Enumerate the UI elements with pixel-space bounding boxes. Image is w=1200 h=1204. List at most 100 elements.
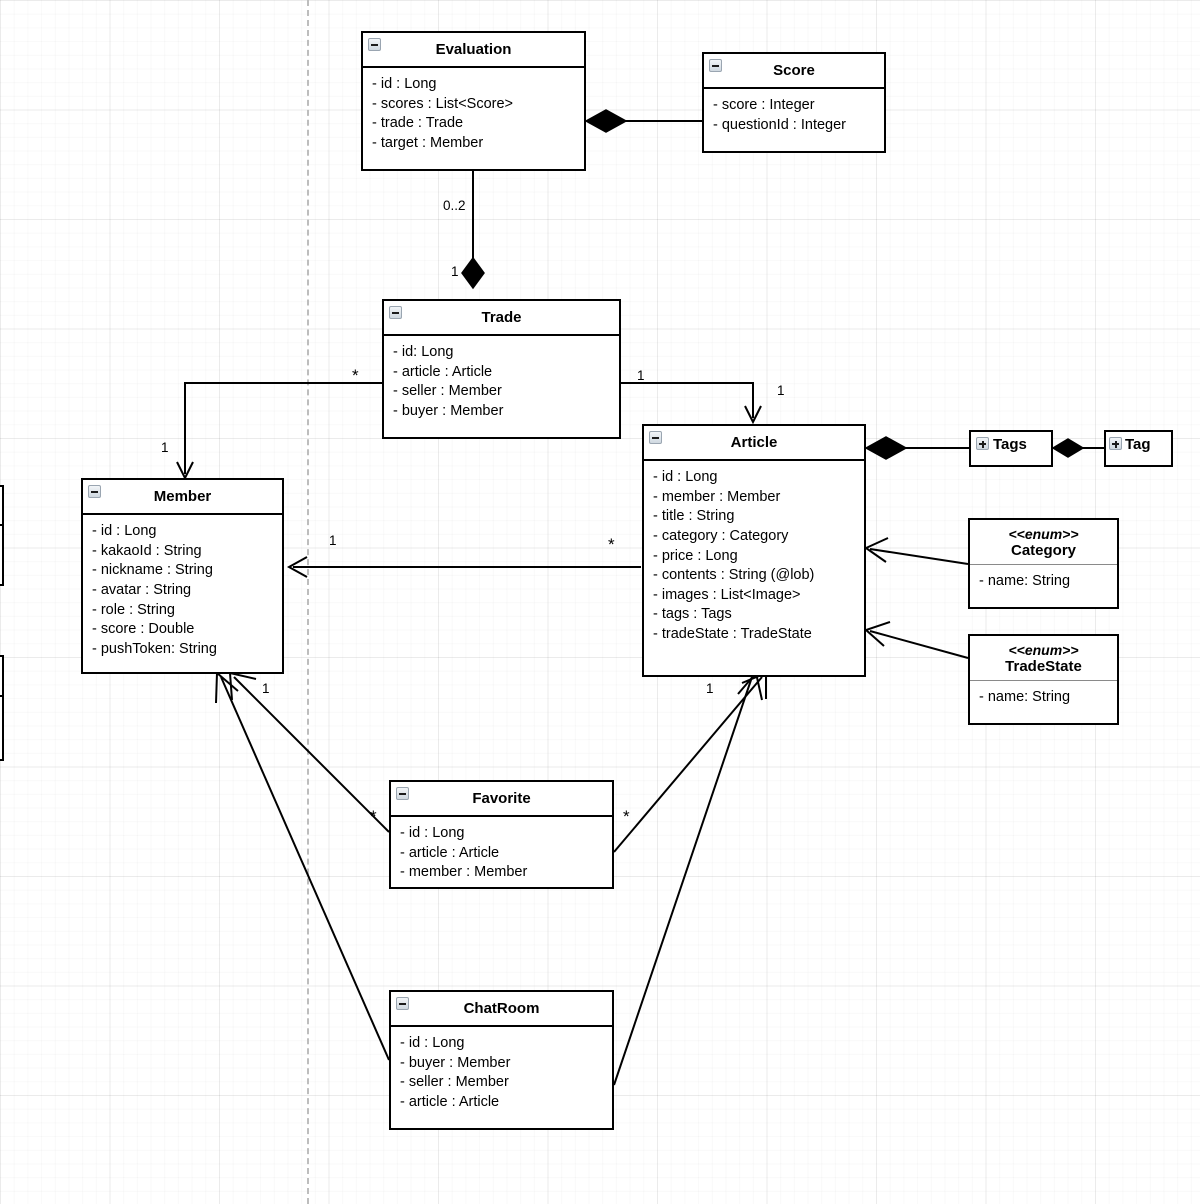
multiplicity-trade-member-source: *: [352, 366, 359, 385]
edge-chatroom-article: [613, 670, 763, 1086]
attribute-row: - role : String: [92, 601, 175, 618]
class-attributes-article: - id : Long - member : Member - title : …: [644, 461, 864, 652]
attribute-row: - kakaoId : String: [92, 542, 202, 559]
offscreen-divider: [0, 524, 2, 526]
multiplicity-article-to-member: *: [608, 535, 615, 554]
edge-trade-member: [176, 382, 382, 481]
class-name-trade: Trade: [481, 309, 522, 326]
collapse-minus-icon[interactable]: [389, 306, 402, 319]
attribute-row: - id : Long: [372, 76, 437, 93]
attribute-row: - member : Member: [653, 488, 781, 505]
class-attributes-chatroom: - id : Long - buyer : Member - seller : …: [391, 1027, 612, 1120]
class-attributes-evaluation: - id : Long - scores : List<Score> - tra…: [363, 68, 584, 161]
multiplicity-trade-article-source: 1: [637, 368, 645, 383]
attribute-row: - article : Article: [393, 363, 493, 380]
collapse-minus-icon[interactable]: [368, 38, 381, 51]
attribute-row: - seller : Member: [400, 1074, 509, 1091]
class-box-category[interactable]: <<enum>> Category - name: String: [968, 518, 1119, 609]
edge-article-tags: [864, 436, 969, 460]
collapse-minus-icon[interactable]: [396, 787, 409, 800]
attribute-row: - id: Long: [393, 344, 454, 361]
collapse-minus-icon[interactable]: [396, 997, 409, 1010]
attribute-row: - id : Long: [400, 1035, 465, 1052]
class-name-tags: Tags: [993, 436, 1027, 453]
attribute-row: - score : Integer: [713, 97, 815, 114]
collapse-minus-icon[interactable]: [709, 59, 722, 72]
class-box-tradestate[interactable]: <<enum>> TradeState - name: String: [968, 634, 1119, 725]
class-attributes-trade: - id: Long - article : Article - seller …: [384, 336, 619, 429]
attribute-row: - category : Category: [653, 528, 789, 545]
class-header-chatroom: ChatRoom: [391, 992, 612, 1028]
class-header-score: Score: [704, 54, 884, 90]
class-box-member[interactable]: Member - id : Long - kakaoId : String - …: [81, 478, 284, 674]
multiplicity-trade-evaluation: 1: [451, 264, 459, 279]
class-box-tag[interactable]: Tag: [1104, 430, 1173, 467]
attribute-row: - article : Article: [400, 844, 500, 861]
multiplicity-evaluation-trade: 0..2: [443, 198, 466, 213]
attribute-row: - price : Long: [653, 547, 738, 564]
edge-category-article: [863, 537, 969, 565]
page-guide-line: [307, 0, 309, 1204]
class-attributes-favorite: - id : Long - article : Article - member…: [391, 817, 612, 891]
class-box-article[interactable]: Article - id : Long - member : Member - …: [642, 424, 866, 677]
class-attributes-category: - name: String: [970, 565, 1117, 600]
class-header-tags: Tags: [971, 432, 1051, 457]
edge-tags-tag: [1051, 438, 1104, 458]
expand-plus-icon[interactable]: [976, 437, 989, 450]
class-name-evaluation: Evaluation: [435, 41, 512, 58]
attribute-row: - buyer : Member: [393, 403, 504, 420]
class-name-tag: Tag: [1125, 436, 1151, 453]
class-box-trade[interactable]: Trade - id: Long - article : Article - s…: [382, 299, 621, 439]
class-name-tradestate: TradeState: [1005, 658, 1082, 676]
attribute-row: - target : Member: [372, 135, 484, 152]
collapse-minus-icon[interactable]: [88, 485, 101, 498]
attribute-row: - nickname : String: [92, 562, 213, 579]
class-box-chatroom[interactable]: ChatRoom - id : Long - buyer : Member - …: [389, 990, 614, 1130]
edge-article-member: [286, 556, 641, 578]
attribute-row: - tags : Tags: [653, 606, 732, 623]
attribute-row: - avatar : String: [92, 582, 192, 599]
attribute-row: - seller : Member: [393, 383, 502, 400]
collapse-minus-icon[interactable]: [649, 431, 662, 444]
class-name-category: Category: [1010, 542, 1077, 560]
attribute-row: - images : List<Image>: [653, 586, 801, 603]
attribute-row: - score : Double: [92, 621, 195, 638]
class-name-member: Member: [153, 488, 212, 505]
attribute-row: - name: String: [979, 689, 1071, 706]
uml-diagram-canvas: 0..2 1 * 1 1 1 1 * 1 * * 1 Evaluation - …: [0, 0, 1200, 1204]
class-header-category: <<enum>> Category: [970, 520, 1117, 566]
attribute-row: - article : Article: [400, 1094, 500, 1111]
attribute-row: - pushToken: String: [92, 640, 217, 657]
class-name-chatroom: ChatRoom: [463, 1000, 540, 1017]
attribute-row: - tradeState : TradeState: [653, 626, 812, 642]
edge-favorite-member: [228, 671, 390, 833]
class-box-favorite[interactable]: Favorite - id : Long - article : Article…: [389, 780, 614, 889]
multiplicity-favorite-to-article: *: [623, 807, 630, 826]
class-header-favorite: Favorite: [391, 782, 612, 818]
class-box-evaluation[interactable]: Evaluation - id : Long - scores : List<S…: [361, 31, 586, 171]
class-attributes-score: - score : Integer - questionId : Integer: [704, 89, 884, 143]
stereotype-label-tradestate: <<enum>>: [1008, 642, 1079, 658]
attribute-row: - questionId : Integer: [713, 116, 846, 133]
edge-chatroom-member: [215, 670, 390, 1061]
multiplicity-article-from-trade: 1: [777, 383, 785, 398]
class-box-score[interactable]: Score - score : Integer - questionId : I…: [702, 52, 886, 153]
attribute-row: - member : Member: [400, 864, 528, 881]
class-box-tags[interactable]: Tags: [969, 430, 1053, 467]
attribute-row: - contents : String (@lob): [653, 567, 815, 584]
attribute-row: - id : Long: [92, 523, 157, 540]
class-header-tag: Tag: [1106, 432, 1171, 457]
attribute-row: - id : Long: [400, 825, 465, 842]
multiplicity-article-from-favorite: 1: [706, 681, 714, 696]
class-name-score: Score: [773, 62, 815, 79]
offscreen-class-box-lower: [0, 655, 4, 761]
multiplicity-member-from-favorite: 1: [262, 681, 270, 696]
class-header-article: Article: [644, 426, 864, 462]
edge-tradestate-article: [864, 621, 969, 659]
multiplicity-member-from-trade: 1: [161, 440, 169, 455]
expand-plus-icon[interactable]: [1109, 437, 1122, 450]
attribute-row: - buyer : Member: [400, 1054, 511, 1071]
edge-trade-article: [621, 382, 762, 425]
edge-trade-evaluation: [461, 171, 485, 290]
edge-evaluation-score: [584, 109, 702, 133]
